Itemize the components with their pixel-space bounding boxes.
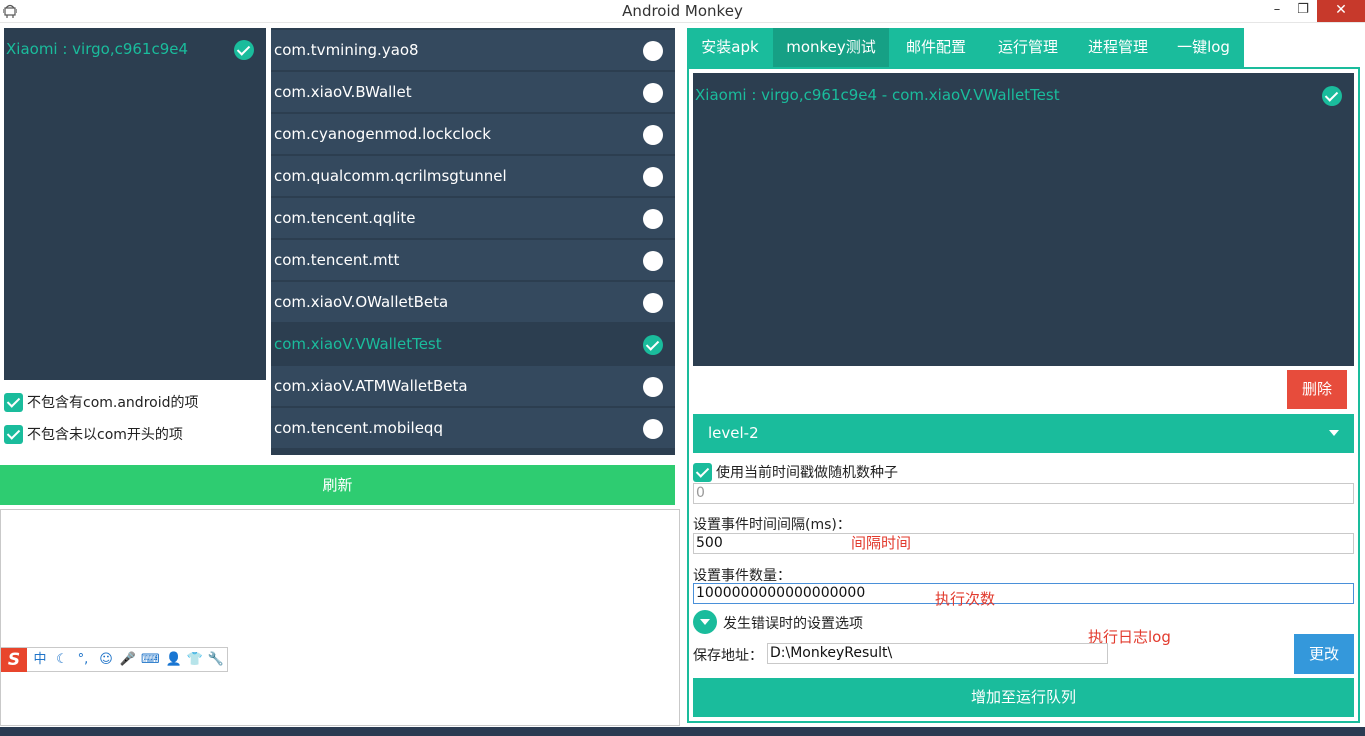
empty-circle-icon [643, 83, 663, 103]
caret-down-icon [1329, 430, 1339, 436]
microphone-icon[interactable]: 🎤 [119, 651, 137, 669]
device-item[interactable]: Xiaomi : virgo,c961c9e4 [4, 28, 266, 72]
sogou-logo-icon[interactable]: S [1, 648, 27, 672]
exclude-android-checkbox[interactable]: 不包含有com.android的项 [4, 392, 198, 412]
package-list[interactable]: com.tvmining.yao8 com.xiaoV.BWallet com.… [271, 28, 675, 455]
save-path-input[interactable]: D:\MonkeyResult\ [767, 643, 1108, 664]
device-list[interactable]: Xiaomi : virgo,c961c9e4 [4, 28, 266, 380]
check-circle-icon [1322, 86, 1342, 106]
check-circle-icon [234, 40, 254, 60]
exclude-non-com-label: 不包含未以com开头的项 [27, 427, 183, 443]
package-item[interactable]: com.qualcomm.qcrilmsgtunnel [271, 156, 675, 196]
exclude-non-com-checkbox[interactable]: 不包含未以com开头的项 [4, 424, 183, 444]
wrench-icon[interactable]: 🔧 [207, 651, 225, 669]
exclude-android-label: 不包含有com.android的项 [27, 395, 199, 411]
package-label: com.tencent.mtt [274, 251, 400, 269]
user-icon[interactable]: 👤 [165, 651, 183, 669]
run-queue-list[interactable]: Xiaomi : virgo,c961c9e4 - com.xiaoV.VWal… [693, 73, 1354, 366]
checkbox-checked-icon [4, 392, 23, 412]
package-item[interactable]: com.tvmining.yao8 [271, 30, 675, 70]
level-dropdown[interactable]: level-2 [693, 414, 1354, 453]
interval-annotation: 间隔时间 [851, 534, 912, 552]
package-label: com.xiaoV.VWalletTest [274, 335, 442, 353]
package-label: com.tencent.qqlite [274, 209, 416, 227]
queue-item[interactable]: Xiaomi : virgo,c961c9e4 - com.xiaoV.VWal… [693, 73, 1354, 117]
package-label: com.xiaoV.OWalletBeta [274, 293, 449, 311]
close-button[interactable]: ✕ [1317, 0, 1365, 22]
checkbox-checked-icon [4, 424, 23, 444]
package-item[interactable]: com.xiaoV.BWallet [271, 72, 675, 112]
empty-circle-icon [643, 125, 663, 145]
empty-circle-icon [643, 251, 663, 271]
title-bar: Android Monkey – ❐ ✕ [0, 0, 1365, 23]
ime-toolbar: S 中 ☾ °, ☺ 🎤 ⌨ 👤 👕 🔧 [0, 647, 228, 672]
delete-button[interactable]: 删除 [1287, 370, 1347, 409]
event-count-input[interactable]: 1000000000000000000 [693, 583, 1354, 604]
timestamp-seed-checkbox[interactable]: 使用当前时间戳做随机数种子 [693, 462, 898, 482]
package-label: com.tvmining.yao8 [274, 41, 419, 59]
save-path-label: 保存地址： [693, 648, 763, 664]
keyboard-icon[interactable]: ⌨ [141, 651, 160, 669]
refresh-button[interactable]: 刷新 [0, 465, 675, 505]
package-item[interactable]: com.xiaoV.OWalletBeta [271, 282, 675, 322]
empty-circle-icon [643, 167, 663, 187]
punctuation-icon[interactable]: °, [74, 651, 92, 669]
emoji-icon[interactable]: ☺ [97, 651, 115, 669]
timestamp-seed-label: 使用当前时间戳做随机数种子 [716, 465, 898, 481]
maximize-button[interactable]: ❐ [1288, 0, 1318, 22]
log-output-area[interactable] [0, 509, 680, 726]
error-options-label[interactable]: 发生错误时的设置选项 [723, 613, 863, 633]
checkbox-checked-icon [693, 462, 712, 482]
change-path-button[interactable]: 更改 [1294, 634, 1354, 674]
level-selected-value: level-2 [708, 424, 759, 442]
tab-mail-config[interactable]: 邮件配置 [889, 28, 983, 67]
package-label: com.cyanogenmod.lockclock [274, 125, 491, 143]
tab-process-management[interactable]: 进程管理 [1073, 28, 1163, 67]
seed-input[interactable]: 0 [693, 483, 1354, 504]
count-annotation: 执行次数 [935, 590, 996, 608]
interval-input[interactable]: 500 [693, 533, 1354, 554]
package-label: com.qualcomm.qcrilmsgtunnel [274, 167, 507, 185]
empty-circle-icon [643, 377, 663, 397]
empty-circle-icon [643, 209, 663, 229]
tab-one-click-log[interactable]: 一键log [1163, 28, 1244, 67]
add-to-queue-button[interactable]: 增加至运行队列 [693, 678, 1354, 717]
package-item[interactable]: com.tencent.mobileqq [271, 408, 675, 448]
package-label: com.xiaoV.BWallet [274, 83, 412, 101]
interval-label: 设置事件时间间隔(ms)： [693, 517, 851, 533]
event-count-label: 设置事件数量： [693, 568, 791, 584]
empty-circle-icon [643, 419, 663, 439]
empty-circle-icon [643, 293, 663, 313]
empty-circle-icon [643, 41, 663, 61]
package-item-selected[interactable]: com.xiaoV.VWalletTest [271, 324, 675, 364]
expand-chevron-icon[interactable] [693, 610, 717, 634]
chinese-mode-icon[interactable]: 中 [31, 651, 49, 669]
package-item[interactable]: com.tencent.mtt [271, 240, 675, 280]
device-item-label: Xiaomi : virgo,c961c9e4 [6, 40, 189, 58]
package-label: com.tencent.mobileqq [274, 419, 443, 437]
tab-monkey-test[interactable]: monkey测试 [773, 28, 889, 67]
queue-item-label: Xiaomi : virgo,c961c9e4 - com.xiaoV.VWal… [695, 86, 1060, 104]
package-item[interactable]: com.tencent.qqlite [271, 198, 675, 238]
package-item[interactable]: com.xiaoV.ATMWalletBeta [271, 366, 675, 406]
package-item[interactable]: com.cyanogenmod.lockclock [271, 114, 675, 154]
tab-run-management[interactable]: 运行管理 [983, 28, 1073, 67]
package-label: com.xiaoV.ATMWalletBeta [274, 377, 468, 395]
check-circle-icon [643, 335, 663, 355]
skin-icon[interactable]: 👕 [186, 651, 204, 669]
half-width-icon[interactable]: ☾ [53, 651, 71, 669]
tab-install-apk[interactable]: 安装apk [687, 28, 773, 67]
window-title: Android Monkey [622, 2, 743, 20]
windows-taskbar [0, 727, 1365, 736]
